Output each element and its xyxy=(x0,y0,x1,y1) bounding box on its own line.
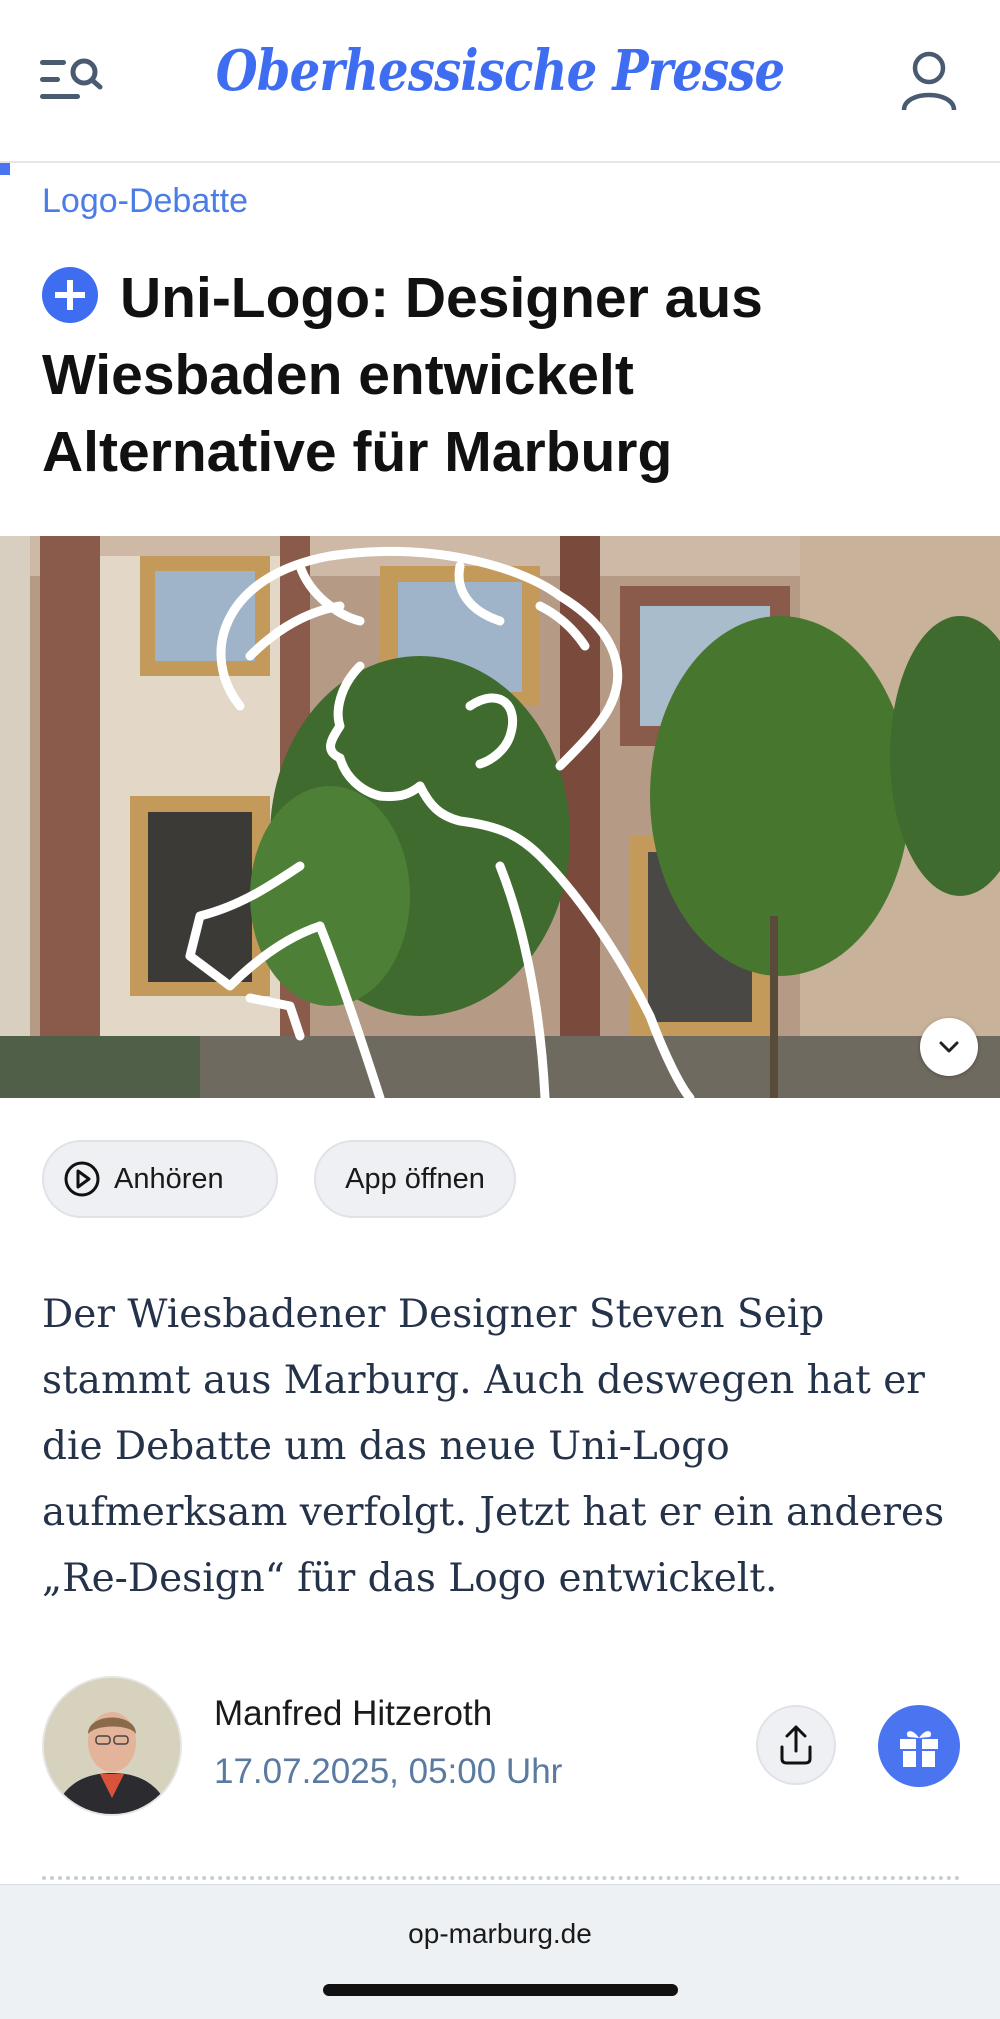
article-lead: Der Wiesbadener Designer Steven Seip sta… xyxy=(42,1292,945,1601)
url-text[interactable]: op-marburg.de xyxy=(0,1918,1000,1950)
article-kicker[interactable]: Logo-Debatte xyxy=(42,182,248,221)
plus-icon xyxy=(42,267,98,323)
open-app-label: App öffnen xyxy=(345,1162,485,1195)
user-icon[interactable] xyxy=(900,50,958,112)
chevron-down-icon xyxy=(939,1041,959,1053)
browser-address-bar[interactable] xyxy=(0,1884,1000,2019)
publish-date: 17.07.2025, 05:00 Uhr xyxy=(214,1752,563,1791)
hero-image[interactable] xyxy=(0,536,1000,1098)
gift-article-button[interactable] xyxy=(878,1705,960,1787)
play-icon xyxy=(64,1161,100,1197)
listen-label: Anhören xyxy=(114,1162,224,1195)
author-name[interactable]: Manfred Hitzeroth xyxy=(214,1694,492,1734)
gift-icon xyxy=(900,1731,938,1767)
share-icon xyxy=(780,1725,812,1765)
share-button[interactable] xyxy=(756,1705,836,1785)
headline-text: Uni-Logo: Designer aus Wiesbaden entwick… xyxy=(42,266,763,484)
listen-button[interactable]: Anhören xyxy=(42,1140,278,1218)
site-logo[interactable]: Oberhessische Presse xyxy=(70,38,930,104)
article-headline: Uni-Logo: Designer aus Wiesbaden entwick… xyxy=(42,260,942,491)
home-indicator[interactable] xyxy=(323,1984,678,1996)
reading-progress-bar xyxy=(0,163,10,175)
open-app-button[interactable]: App öffnen xyxy=(314,1140,516,1218)
section-divider xyxy=(42,1876,960,1880)
expand-image-button[interactable] xyxy=(920,1018,978,1076)
site-header: Oberhessische Presse xyxy=(0,0,1000,163)
author-avatar[interactable] xyxy=(42,1676,182,1816)
